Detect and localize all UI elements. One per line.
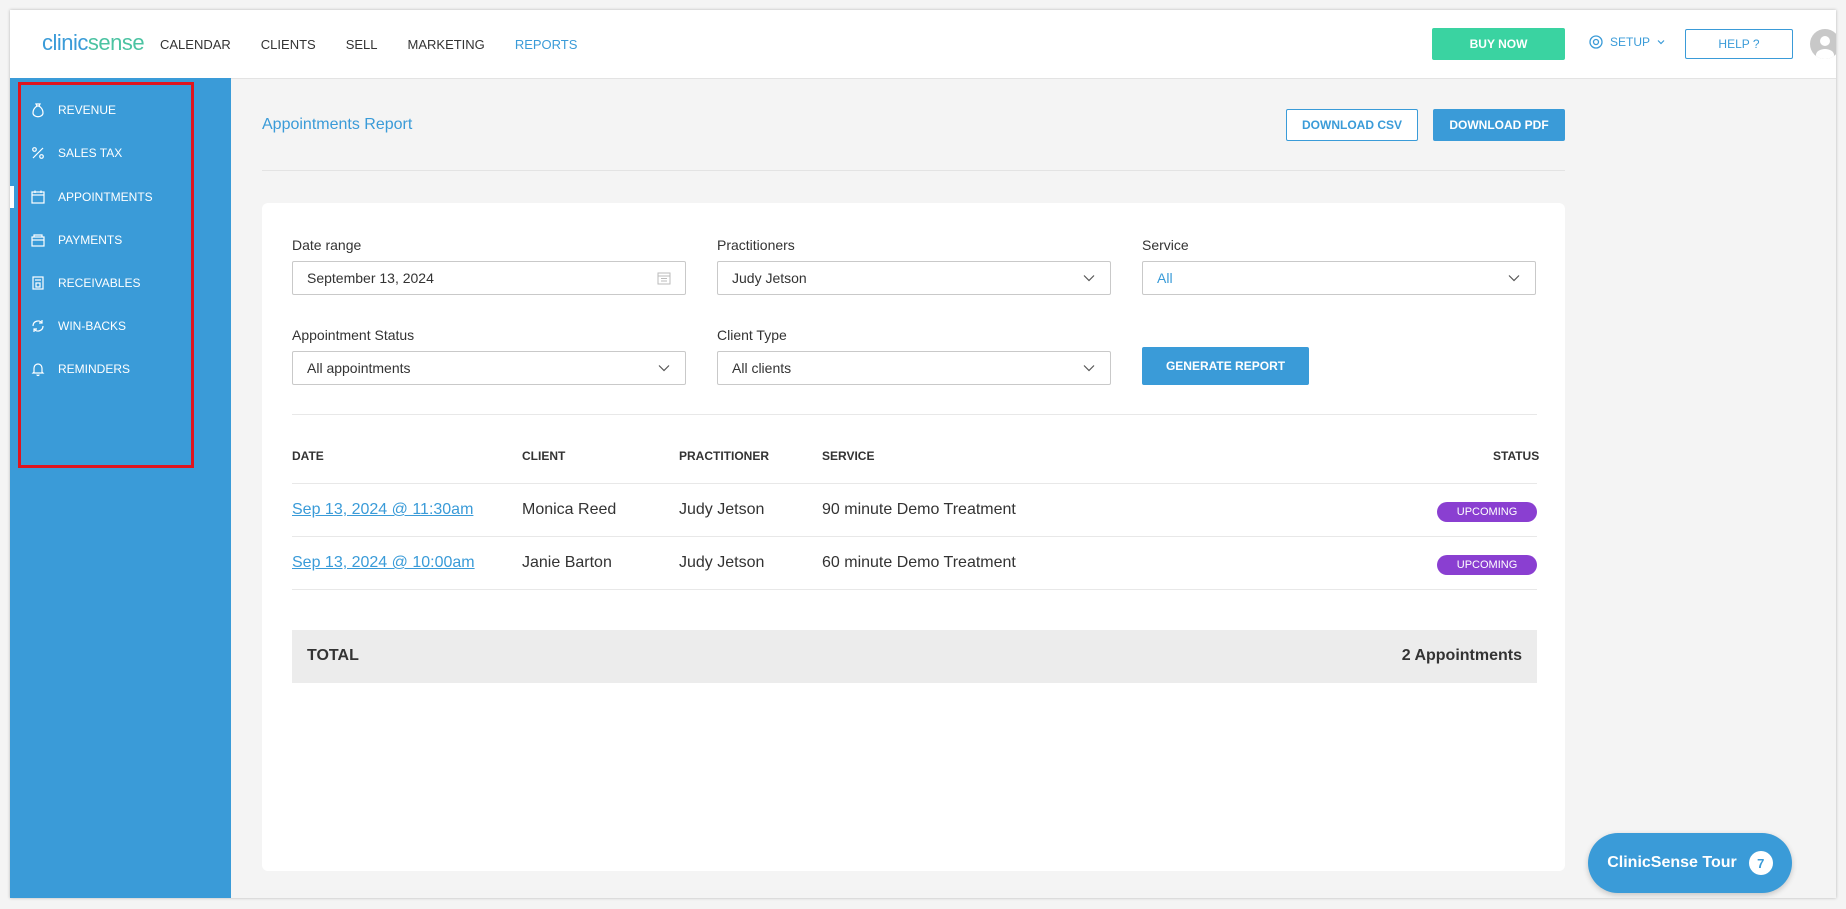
client-cell: Janie Barton [522, 554, 612, 571]
date-range-value: September 13, 2024 [307, 270, 434, 286]
practitioner-cell: Judy Jetson [679, 554, 765, 571]
sidebar-item-sales-tax[interactable]: SALES TAX [30, 143, 122, 163]
total-value: 2 Appointments [1401, 647, 1522, 664]
status-badge: UPCOMING [1437, 502, 1537, 522]
service-cell: 90 minute Demo Treatment [822, 501, 1016, 518]
client-cell: Monica Reed [522, 501, 617, 518]
gear-icon [1589, 35, 1603, 49]
help-button[interactable]: HELP ? [1685, 29, 1793, 59]
setup-menu[interactable]: SETUP [1588, 34, 1666, 50]
download-pdf-button[interactable]: DOWNLOAD PDF [1433, 109, 1565, 141]
chevron-down-icon [1657, 40, 1665, 45]
service-value: All [1157, 270, 1173, 286]
clinicsense-logo[interactable]: clinicsense [42, 30, 145, 56]
nav-calendar[interactable]: CALENDAR [160, 37, 231, 52]
card-divider [292, 414, 1537, 415]
buy-now-button[interactable]: BUY NOW [1432, 28, 1565, 60]
top-navbar: clinicsense CALENDAR CLIENTS SELL MARKET… [10, 10, 1836, 79]
sidebar-item-label: WIN-BACKS [58, 319, 127, 333]
app-window: clinicsense CALENDAR CLIENTS SELL MARKET… [10, 10, 1836, 898]
page-title: Appointments Report [262, 116, 413, 133]
practitioners-select[interactable]: Judy Jetson [717, 261, 1111, 295]
col-header-practitioner: PRACTITIONER [679, 449, 769, 463]
sidebar-item-reminders[interactable]: REMINDERS [30, 359, 130, 379]
service-label: Service [1142, 237, 1189, 253]
clinicsense-tour-button[interactable]: ClinicSense Tour 7 [1588, 833, 1792, 893]
nav-sell[interactable]: SELL [346, 37, 378, 52]
total-row: TOTAL 2 Appointments [292, 630, 1537, 683]
wallet-icon [31, 234, 45, 247]
sidebar-item-label: SALES TAX [58, 146, 123, 160]
col-header-client: CLIENT [522, 449, 566, 463]
setup-label: SETUP [1610, 35, 1651, 49]
client-type-value: All clients [732, 360, 792, 376]
date-range-label: Date range [292, 237, 362, 253]
nav-reports[interactable]: REPORTS [515, 37, 578, 52]
logo-suffix: sense [87, 30, 145, 55]
col-header-date: DATE [292, 449, 324, 463]
sidebar-item-label: APPOINTMENTS [58, 190, 153, 204]
date-range-input[interactable]: September 13, 2024 [292, 261, 686, 295]
chevron-down-icon [1083, 275, 1095, 282]
row-divider [292, 536, 1537, 537]
client-type-select[interactable]: All clients [717, 351, 1111, 385]
money-bag-icon [32, 103, 44, 118]
sidebar-item-appointments[interactable]: APPOINTMENTS [30, 187, 153, 207]
chevron-down-icon [1508, 275, 1520, 282]
sidebar-item-label: PAYMENTS [58, 233, 123, 247]
report-card: Date range September 13, 2024 Practition… [262, 203, 1565, 871]
practitioners-value: Judy Jetson [732, 270, 807, 286]
reports-sidebar: REVENUE SALES TAX APPOINTMENTS PAYMENTS … [10, 78, 231, 898]
receipt-icon [32, 276, 44, 290]
sidebar-item-payments[interactable]: PAYMENTS [30, 230, 122, 250]
sidebar-item-revenue[interactable]: REVENUE [30, 100, 116, 120]
total-label: TOTAL [307, 647, 359, 664]
calendar-icon [657, 272, 671, 285]
generate-report-button[interactable]: GENERATE REPORT [1142, 347, 1309, 385]
active-item-marker [10, 186, 14, 208]
sidebar-item-win-backs[interactable]: WIN-BACKS [30, 316, 126, 336]
sidebar-item-receivables[interactable]: RECEIVABLES [30, 273, 140, 293]
nav-clients[interactable]: CLIENTS [261, 37, 316, 52]
tour-label: ClinicSense Tour [1607, 854, 1737, 871]
practitioners-label: Practitioners [717, 237, 795, 253]
col-header-status: STATUS [1493, 449, 1540, 463]
user-avatar[interactable] [1810, 29, 1836, 59]
sidebar-item-label: RECEIVABLES [58, 276, 141, 290]
main-nav: CALENDAR CLIENTS SELL MARKETING REPORTS [160, 10, 577, 78]
status-badge: UPCOMING [1437, 555, 1537, 575]
logo-prefix: clinic [42, 30, 88, 55]
refresh-icon [32, 320, 44, 332]
appointment-date-link[interactable]: Sep 13, 2024 @ 11:30am [292, 501, 473, 519]
bell-icon [31, 363, 45, 377]
download-csv-button[interactable]: DOWNLOAD CSV [1286, 109, 1418, 141]
tour-count-badge: 7 [1748, 851, 1773, 875]
col-header-service: SERVICE [822, 449, 875, 463]
chevron-down-icon [658, 365, 670, 372]
sidebar-item-label: REVENUE [58, 103, 117, 117]
row-divider [292, 483, 1537, 484]
nav-marketing[interactable]: MARKETING [408, 37, 485, 52]
appointment-status-value: All appointments [307, 360, 411, 376]
appointment-date-link[interactable]: Sep 13, 2024 @ 10:00am [292, 554, 475, 572]
service-cell: 60 minute Demo Treatment [822, 554, 1016, 571]
calendar-icon [31, 190, 45, 204]
service-select[interactable]: All [1142, 261, 1536, 295]
appointment-status-select[interactable]: All appointments [292, 351, 686, 385]
appointment-status-label: Appointment Status [292, 327, 415, 343]
practitioner-cell: Judy Jetson [679, 501, 765, 518]
sidebar-item-label: REMINDERS [58, 362, 131, 376]
percent-icon [32, 147, 44, 159]
chevron-down-icon [1083, 365, 1095, 372]
client-type-label: Client Type [717, 327, 787, 343]
row-divider [292, 589, 1537, 590]
title-divider [262, 170, 1565, 171]
user-icon [1816, 36, 1834, 59]
